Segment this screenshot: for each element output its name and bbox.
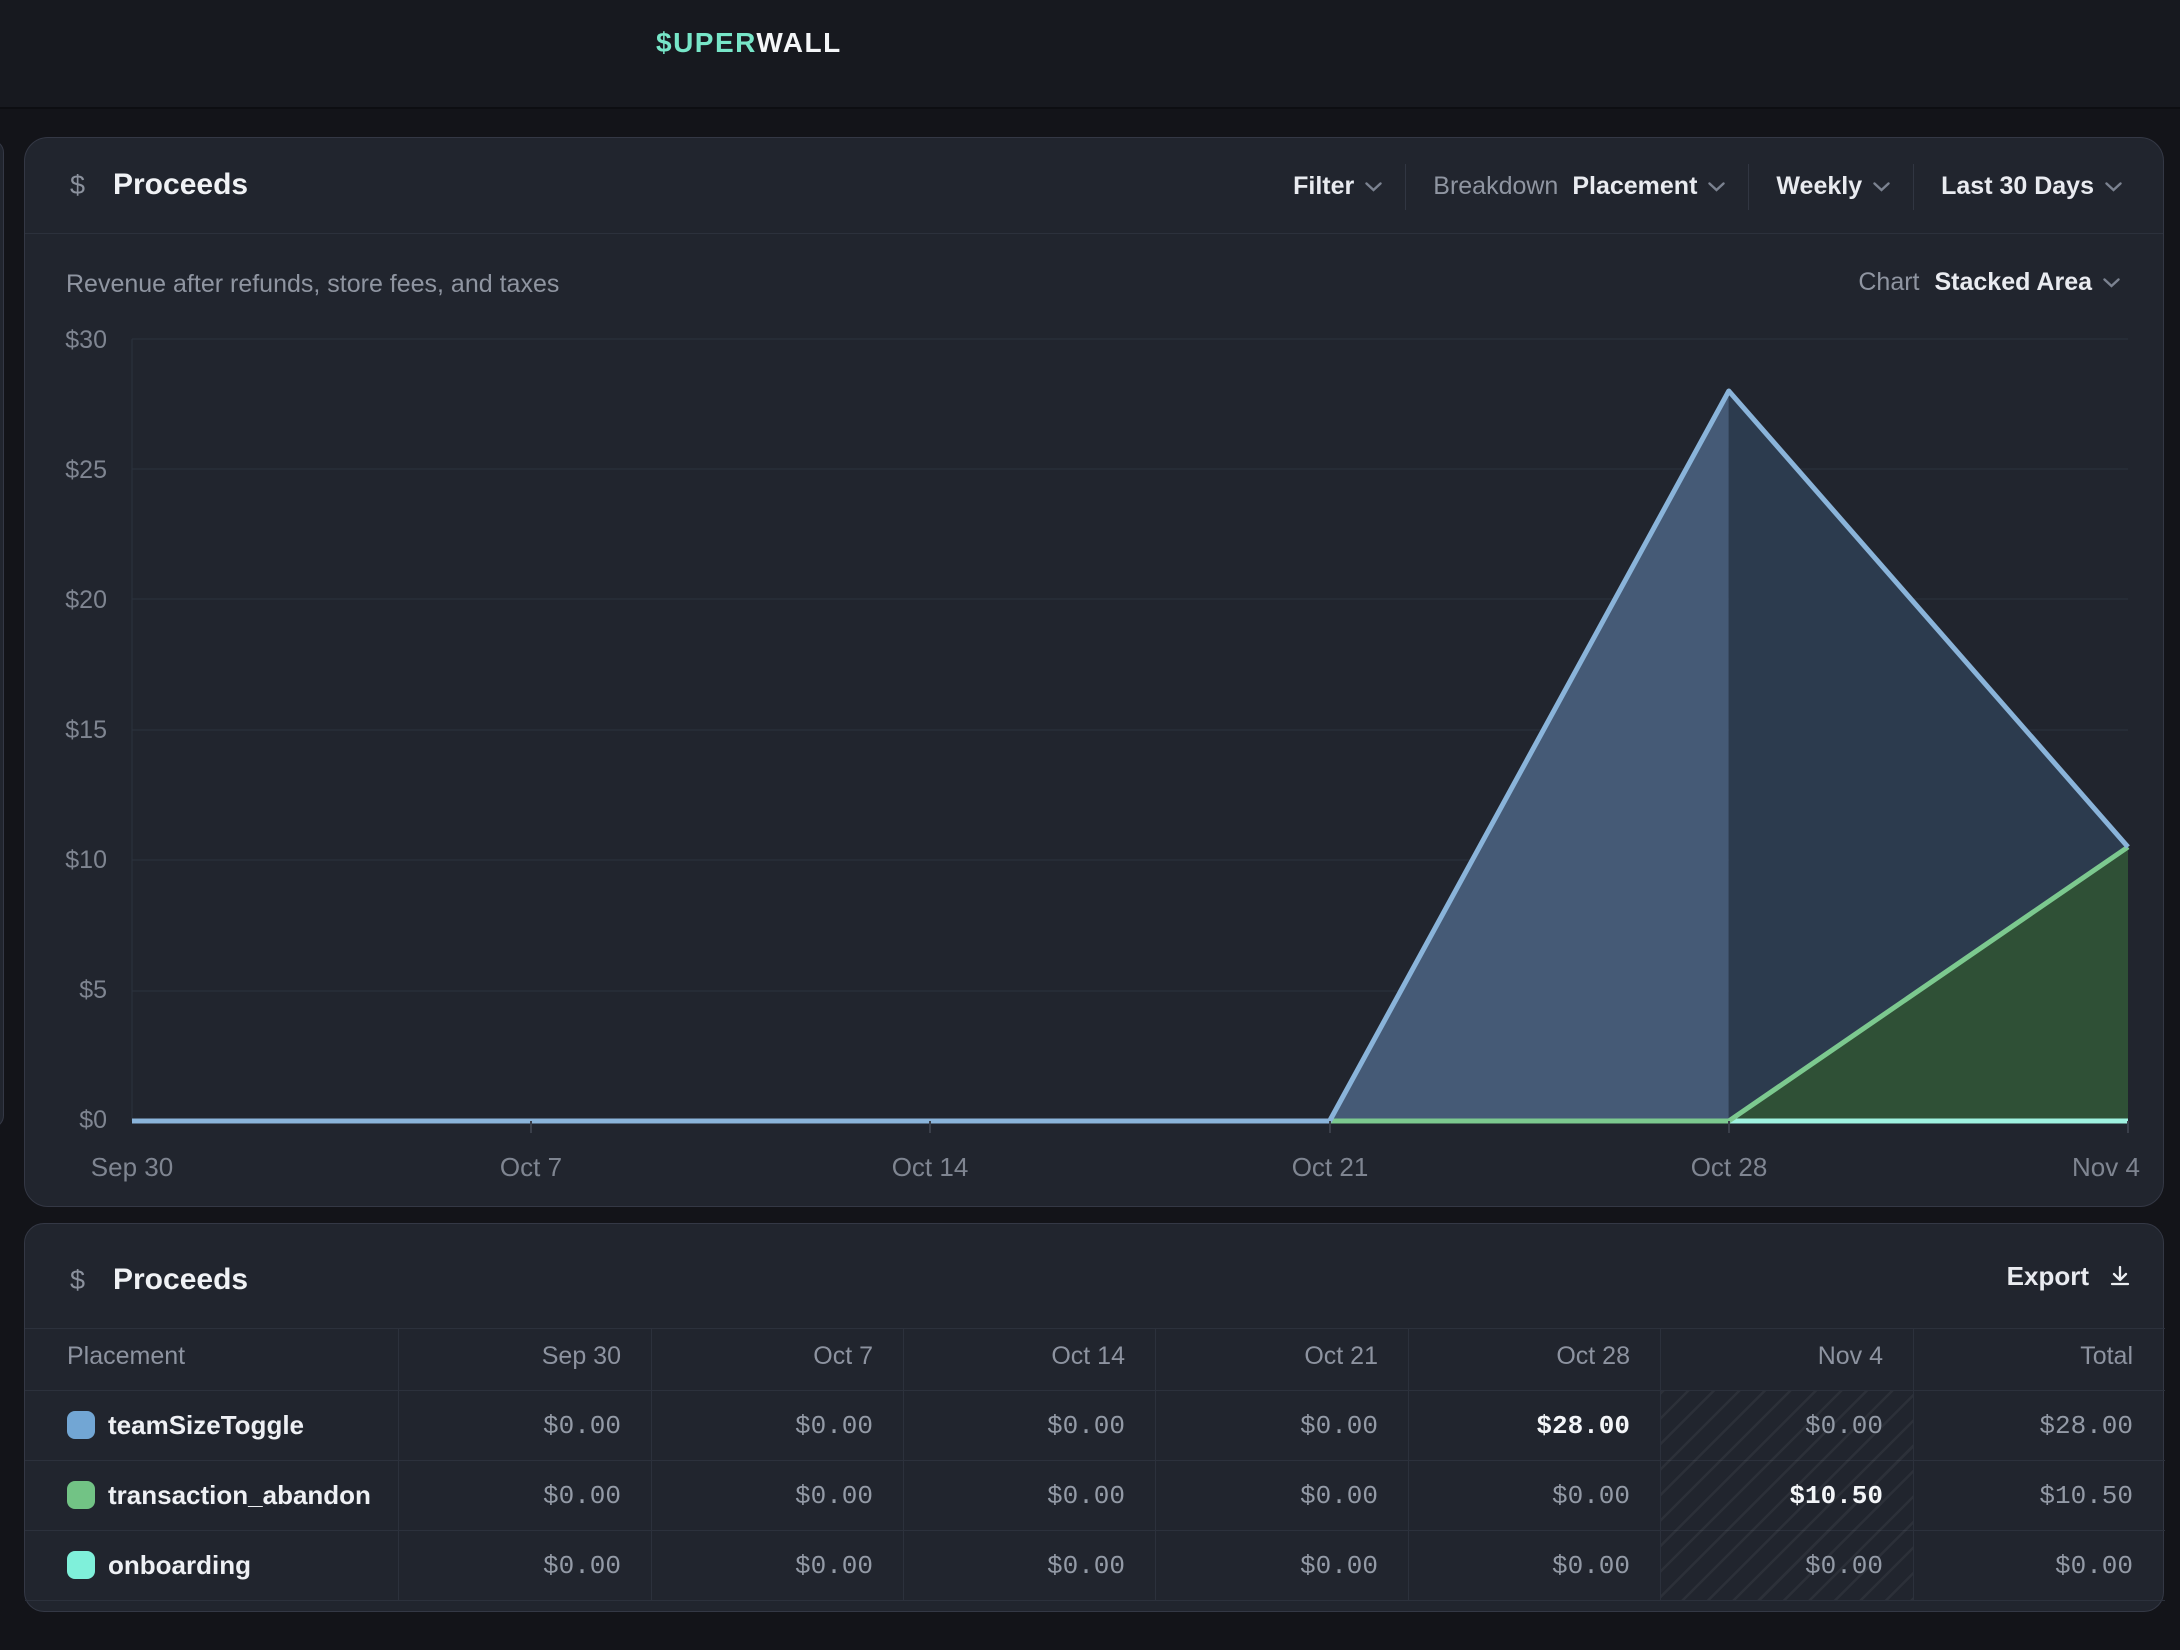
- svg-text:Oct 28: Oct 28: [1691, 1152, 1768, 1182]
- svg-text:Sep 30: Sep 30: [91, 1152, 173, 1182]
- svg-text:Oct 7: Oct 7: [500, 1152, 562, 1182]
- svg-text:$20: $20: [65, 586, 107, 614]
- svg-text:$0: $0: [79, 1106, 107, 1134]
- svg-text:$30: $30: [65, 326, 107, 354]
- svg-text:Oct 14: Oct 14: [892, 1152, 969, 1182]
- svg-text:$5: $5: [79, 976, 107, 1004]
- svg-text:$25: $25: [65, 456, 107, 484]
- svg-text:$10: $10: [65, 846, 107, 874]
- svg-text:Oct 21: Oct 21: [1292, 1152, 1369, 1182]
- svg-text:$15: $15: [65, 716, 107, 744]
- svg-text:Nov 4: Nov 4: [2072, 1152, 2140, 1182]
